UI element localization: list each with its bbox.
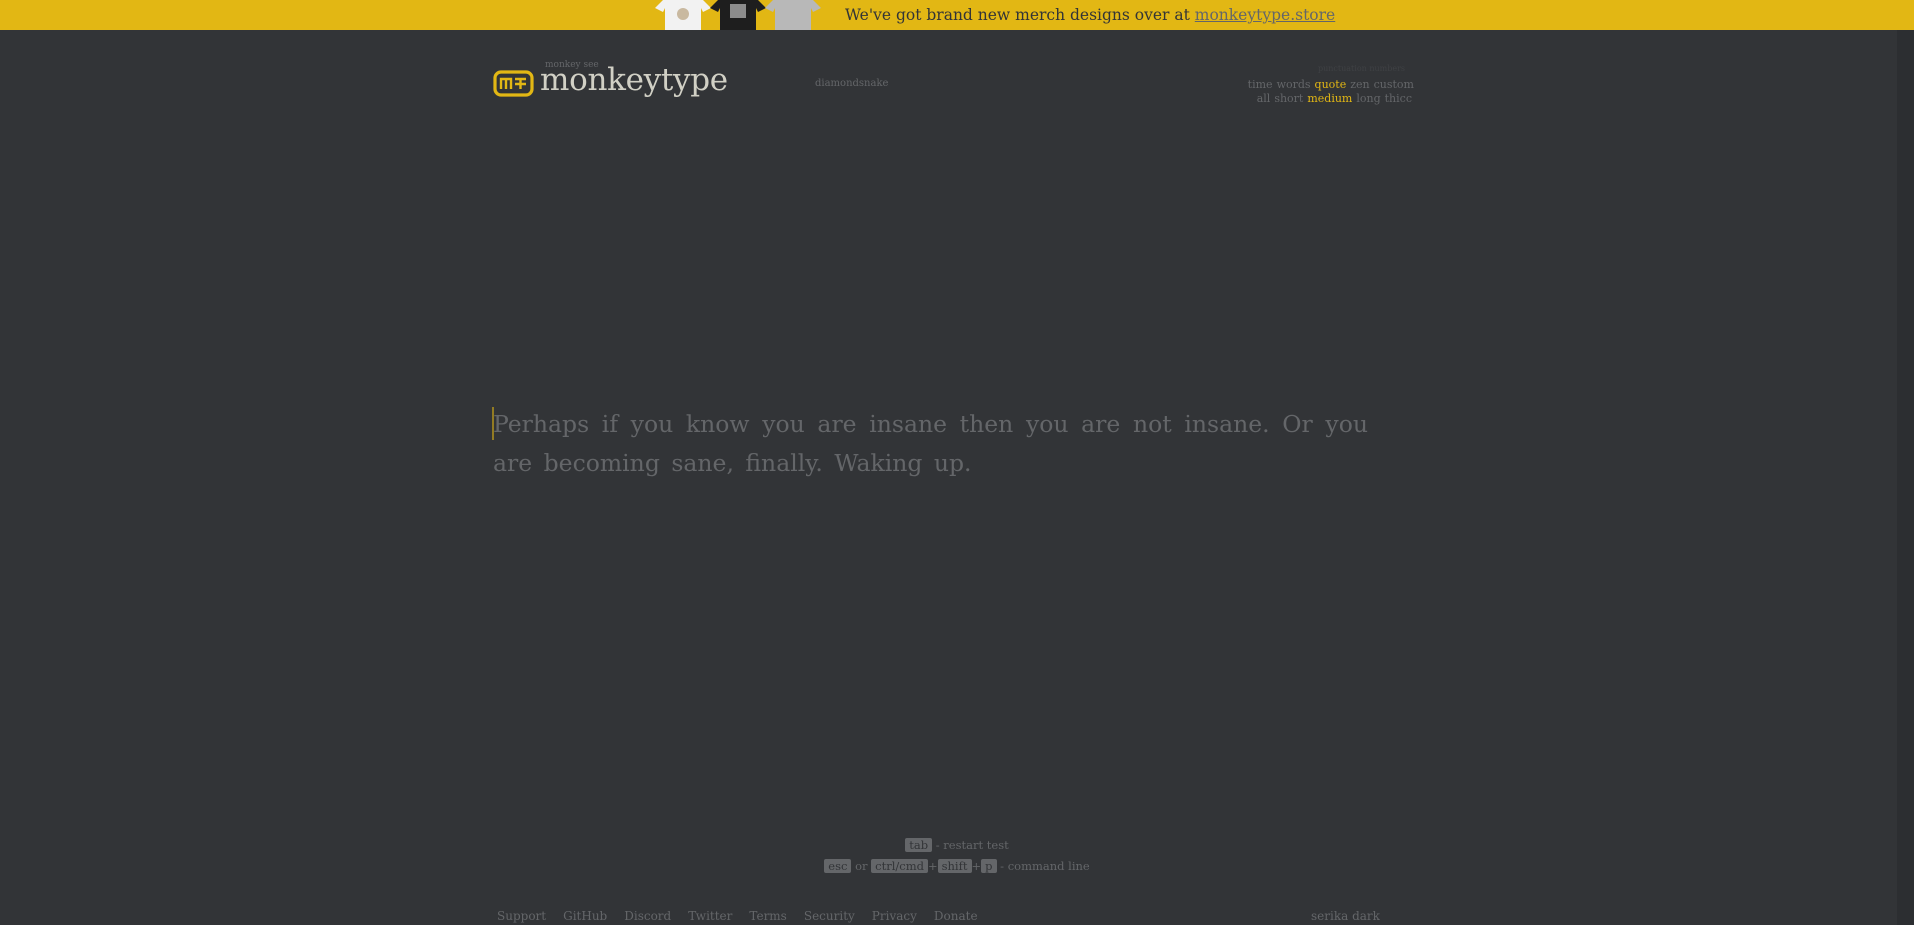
length-short[interactable]: short [1274,92,1303,105]
footer-link-github[interactable]: GitHub [563,909,607,923]
theme-button[interactable]: serika dark [1311,909,1380,923]
footer-link-donate[interactable]: Donate [934,909,978,923]
p-key: p [981,859,997,873]
scrollbar[interactable] [1897,30,1914,925]
mode-zen[interactable]: zen [1350,78,1369,91]
command-line-hint: esc or ctrl/cmd + shift + p - command line [0,859,1914,873]
restart-hint-text: - restart test [932,838,1009,852]
footer-link-support[interactable]: Support [497,909,546,923]
mode-custom[interactable]: custom [1374,78,1414,91]
quote-length-selector: all short medium long thicc [1253,92,1412,105]
plus-sign: + [971,859,982,873]
restart-hint: tab - restart test [0,838,1914,852]
length-long[interactable]: long [1356,92,1380,105]
footer-link-discord[interactable]: Discord [624,909,671,923]
length-all[interactable]: all [1257,92,1271,105]
plus-sign: + [927,859,938,873]
ctrl-key: ctrl/cmd [871,859,928,873]
black-shirt-image [710,0,766,30]
length-medium[interactable]: medium [1307,92,1352,105]
footer-link-terms[interactable]: Terms [749,909,786,923]
command-line-text: - command line [996,859,1090,873]
length-thicc[interactable]: thicc [1385,92,1412,105]
footer-links: Support GitHub Discord Twitter Terms Security… [497,909,995,923]
mode-selector: time words quote zen custom [1244,78,1414,91]
account-username[interactable]: diamondsnake [815,78,888,89]
mode-quote[interactable]: quote [1315,78,1347,91]
white-shirt-image [655,0,711,30]
logo-title: monkeytype [540,62,728,98]
or-text: or [851,859,872,873]
mode-words[interactable]: words [1277,78,1311,91]
footer-link-privacy[interactable]: Privacy [872,909,917,923]
typing-words[interactable]: Perhaps if you know you are insane then … [493,405,1368,483]
config-punctuation-numbers[interactable]: punctuation numbers [1318,64,1405,73]
merch-banner[interactable]: We've got brand new merch designs over a… [0,0,1914,30]
banner-text: We've got brand new merch designs over a… [845,6,1195,24]
banner-message: We've got brand new merch designs over a… [845,6,1335,24]
footer-link-twitter[interactable]: Twitter [688,909,732,923]
shift-key: shift [937,859,972,873]
footer-link-security[interactable]: Security [804,909,855,923]
esc-key: esc [824,859,852,873]
merch-store-link[interactable]: monkeytype.store [1195,6,1335,24]
mode-time[interactable]: time [1248,78,1273,91]
keyboard-logo-icon [493,70,534,97]
grey-shirt-image [765,0,821,30]
tab-key: tab [905,838,933,852]
